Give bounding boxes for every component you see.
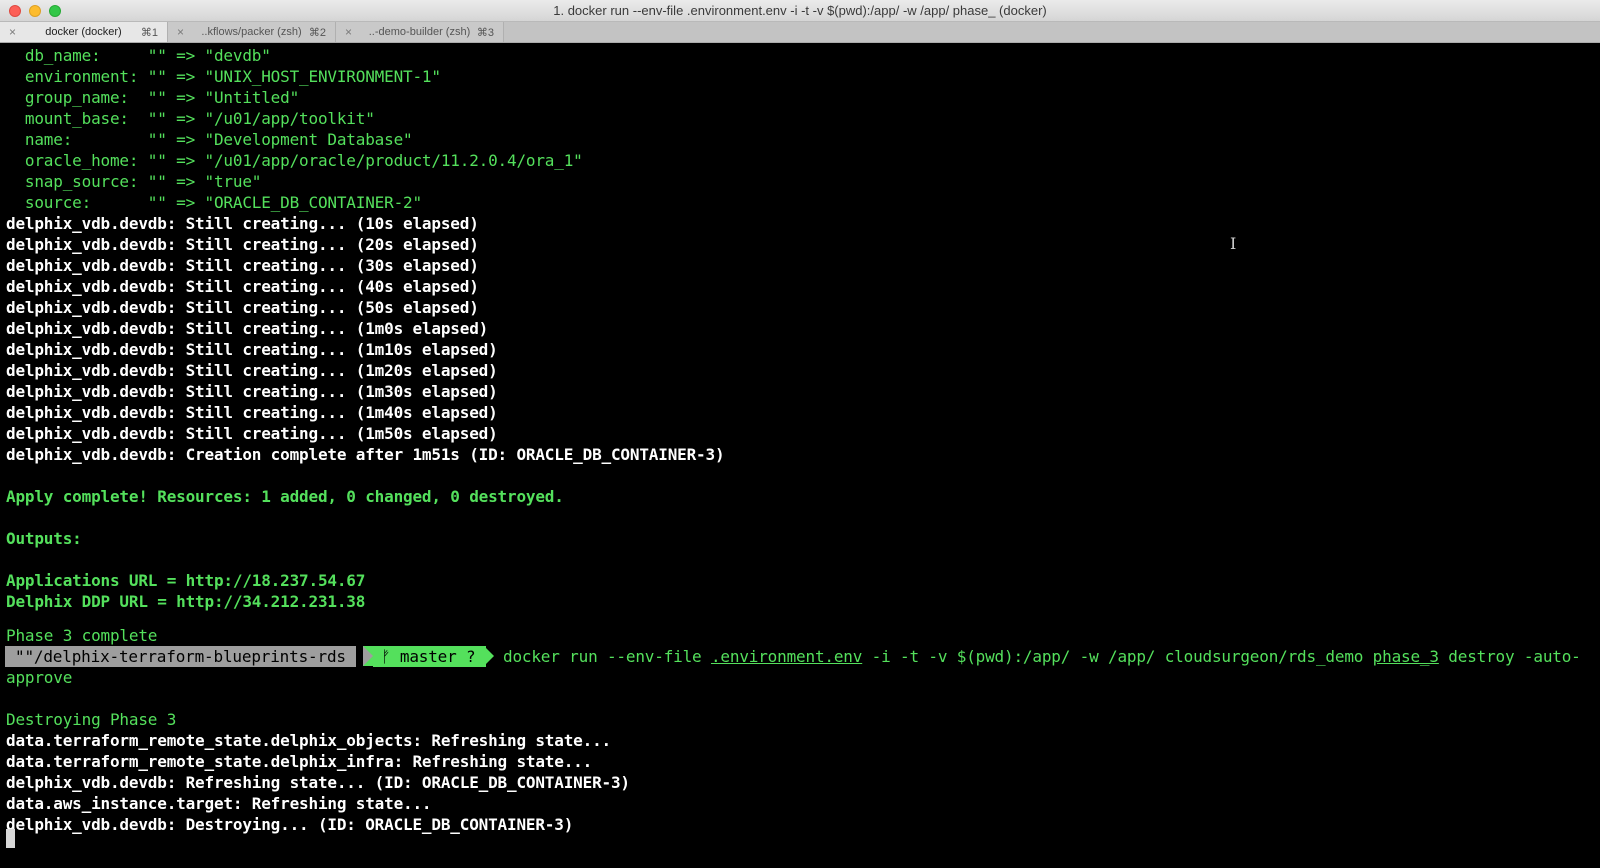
log-line: delphix_vdb.devdb: Still creating... (20… bbox=[6, 235, 479, 254]
window-title: 1. docker run --env-file .environment.en… bbox=[553, 3, 1047, 18]
text-cursor-icon: I bbox=[1230, 234, 1237, 253]
tab-shortcut: ⌘1 bbox=[140, 27, 158, 39]
log-line: delphix_vdb.devdb: Destroying... (ID: OR… bbox=[6, 815, 574, 834]
prompt-separator-arrow bbox=[484, 646, 494, 666]
output-line: Delphix DDP URL = http://34.212.231.38 bbox=[6, 592, 366, 611]
log-line: delphix_vdb.devdb: Refreshing state... (… bbox=[6, 773, 630, 792]
log-line: delphix_vdb.devdb: Still creating... (1m… bbox=[6, 340, 498, 359]
tab-bar-filler bbox=[504, 22, 1600, 42]
tab-demo-builder[interactable]: × ..-demo-builder (zsh) ⌘3 bbox=[336, 22, 504, 42]
attr-line: db_name: "" => "devdb" bbox=[6, 46, 271, 65]
log-line: delphix_vdb.devdb: Still creating... (1m… bbox=[6, 403, 498, 422]
prompt-path-segment: ""/delphix-terraform-blueprints-rds bbox=[5, 646, 356, 667]
attr-line: source: "" => "ORACLE_DB_CONTAINER-2" bbox=[6, 193, 422, 212]
log-line: delphix_vdb.devdb: Still creating... (40… bbox=[6, 277, 479, 296]
attr-line: environment: "" => "UNIX_HOST_ENVIRONMEN… bbox=[6, 67, 441, 86]
output-line: Applications URL = http://18.237.54.67 bbox=[6, 571, 366, 590]
cmd-prefix: docker run --env-file bbox=[503, 647, 711, 666]
tab-bar: × docker (docker) ⌘1 × ..kflows/packer (… bbox=[0, 22, 1600, 43]
terminal-output[interactable]: db_name: "" => "devdb" environment: "" =… bbox=[0, 43, 1600, 868]
apply-complete-line: Apply complete! Resources: 1 added, 0 ch… bbox=[6, 487, 564, 506]
tab-shortcut: ⌘2 bbox=[308, 27, 326, 39]
tab-packer[interactable]: × ..kflows/packer (zsh) ⌘2 bbox=[168, 22, 336, 42]
log-line: delphix_vdb.devdb: Still creating... (10… bbox=[6, 214, 479, 233]
prompt-command-wrap: approve bbox=[6, 668, 73, 687]
attr-line: oracle_home: "" => "/u01/app/oracle/prod… bbox=[6, 151, 583, 170]
log-line: delphix_vdb.devdb: Still creating... (1m… bbox=[6, 382, 498, 401]
phase-complete-line: Phase 3 complete bbox=[6, 626, 158, 645]
cmd-envfile: .environment.env bbox=[710, 647, 863, 666]
log-line: delphix_vdb.devdb: Still creating... (50… bbox=[6, 298, 479, 317]
terminal-window: 1. docker run --env-file .environment.en… bbox=[0, 0, 1600, 868]
attr-line: snap_source: "" => "true" bbox=[6, 172, 262, 191]
cmd-phase: phase_3 bbox=[1372, 647, 1439, 666]
title-bar[interactable]: 1. docker run --env-file .environment.en… bbox=[0, 0, 1600, 22]
prompt-separator-arrow bbox=[363, 646, 373, 666]
log-line: delphix_vdb.devdb: Still creating... (1m… bbox=[6, 424, 498, 443]
tab-docker[interactable]: × docker (docker) ⌘1 bbox=[0, 22, 168, 42]
log-line: data.aws_instance.target: Refreshing sta… bbox=[6, 794, 432, 813]
log-line: delphix_vdb.devdb: Still creating... (30… bbox=[6, 256, 479, 275]
destroying-header: Destroying Phase 3 bbox=[6, 710, 177, 729]
prompt-command: docker run --env-file .environment.env -… bbox=[503, 646, 1581, 667]
prompt-git-branch-segment: ᚠ master ? bbox=[373, 646, 486, 667]
tab-shortcut: ⌘3 bbox=[476, 27, 494, 39]
outputs-header: Outputs: bbox=[6, 529, 82, 548]
log-line: data.terraform_remote_state.delphix_infr… bbox=[6, 752, 593, 771]
log-line: delphix_vdb.devdb: Still creating... (1m… bbox=[6, 319, 489, 338]
log-line: delphix_vdb.devdb: Creation complete aft… bbox=[6, 445, 725, 464]
log-line: delphix_vdb.devdb: Still creating... (1m… bbox=[6, 361, 498, 380]
cmd-middle: -i -t -v $(pwd):/app/ -w /app/ cloudsurg… bbox=[862, 647, 1373, 666]
log-line: data.terraform_remote_state.delphix_obje… bbox=[6, 731, 611, 750]
attr-line: name: "" => "Development Database" bbox=[6, 130, 413, 149]
attr-line: mount_base: "" => "/u01/app/toolkit" bbox=[6, 109, 375, 128]
terminal-block-cursor bbox=[6, 829, 15, 848]
attr-line: group_name: "" => "Untitled" bbox=[6, 88, 300, 107]
cmd-suffix: destroy -auto- bbox=[1438, 647, 1581, 666]
